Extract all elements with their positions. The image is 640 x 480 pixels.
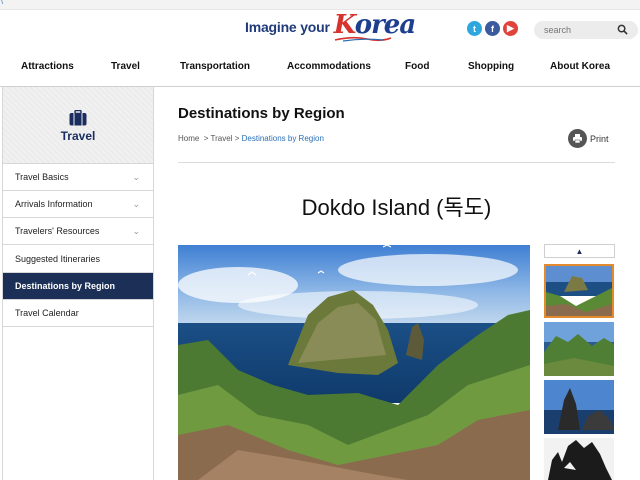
dokdo-island-photo (178, 245, 530, 480)
sidebar-item-destinations-by-region[interactable]: Destinations by Region (3, 273, 153, 300)
main-photo[interactable] (178, 245, 530, 480)
social-links: t f ▶ (467, 21, 518, 36)
search-input[interactable] (544, 22, 614, 38)
gallery-scroll-up-button[interactable]: ▲ (544, 244, 615, 258)
page-title: Destinations by Region (178, 105, 345, 122)
sidebar-item-travelers-resources[interactable]: Travelers' Resources ⌄ (3, 218, 153, 245)
search-icon[interactable] (617, 24, 628, 35)
chevron-down-icon: ⌄ (132, 172, 140, 182)
nav-travel[interactable]: Travel (111, 55, 140, 79)
browser-corner-mark: \ (1, 0, 3, 6)
nav-transportation[interactable]: Transportation (180, 55, 250, 79)
youtube-icon[interactable]: ▶ (503, 21, 518, 36)
breadcrumb-home[interactable]: Home (178, 134, 199, 143)
nav-about-korea[interactable]: About Korea (550, 55, 610, 79)
sidebar: Travel Travel Basics ⌄ Arrivals Informat… (2, 87, 154, 480)
nav-food[interactable]: Food (405, 55, 429, 79)
thumbnail-image (544, 380, 614, 434)
nav-accommodations[interactable]: Accommodations (287, 55, 371, 79)
print-label: Print (590, 133, 609, 144)
gallery-thumbnail[interactable] (544, 438, 614, 480)
thumbnail-image (544, 438, 614, 480)
sidebar-item-label: Travel Calendar (15, 308, 79, 318)
gallery-thumbnail[interactable] (544, 322, 614, 376)
sidebar-item-label: Destinations by Region (15, 281, 116, 291)
breadcrumb-travel[interactable]: Travel (211, 134, 233, 143)
sidebar-item-label: Arrivals Information (15, 199, 93, 209)
main-nav: Attractions Travel Transportation Accomm… (0, 55, 640, 79)
gallery-thumbnail[interactable] (544, 264, 614, 318)
sidebar-title: Travel (60, 129, 96, 143)
breadcrumb-current[interactable]: Destinations by Region (242, 134, 324, 143)
sidebar-item-travel-calendar[interactable]: Travel Calendar (3, 300, 153, 327)
sidebar-item-label: Travelers' Resources (15, 226, 100, 236)
suitcase-icon (69, 110, 87, 126)
twitter-icon[interactable]: t (467, 21, 482, 36)
browser-top-strip: \ (0, 0, 640, 10)
sidebar-item-arrivals-information[interactable]: Arrivals Information ⌄ (3, 191, 153, 218)
sidebar-header: Travel (3, 87, 153, 164)
breadcrumb-separator: > (203, 134, 209, 143)
content-divider (178, 162, 615, 163)
sidebar-item-suggested-itineraries[interactable]: Suggested Itineraries (3, 246, 153, 273)
printer-icon (568, 129, 587, 148)
breadcrumb: Home > Travel > Destinations by Region (178, 134, 324, 143)
sidebar-item-label: Travel Basics (15, 172, 69, 182)
chevron-down-icon: ⌄ (132, 199, 140, 209)
facebook-icon[interactable]: f (485, 21, 500, 36)
breadcrumb-separator: > (234, 134, 240, 143)
sidebar-item-travel-basics[interactable]: Travel Basics ⌄ (3, 164, 153, 191)
nav-attractions[interactable]: Attractions (21, 55, 74, 79)
search-box (534, 21, 638, 39)
chevron-down-icon: ⌄ (132, 226, 140, 236)
logo-imagine-text: Imagine your (245, 19, 330, 35)
destination-headline: Dokdo Island (독도) (301, 195, 492, 220)
print-button[interactable]: Print (568, 129, 609, 148)
sidebar-item-label: Suggested Itineraries (15, 254, 101, 264)
gallery-thumbnail[interactable] (544, 380, 614, 434)
nav-shopping[interactable]: Shopping (468, 55, 514, 79)
site-logo[interactable]: Imagine your Korea (245, 10, 416, 42)
thumbnail-image (544, 322, 614, 376)
logo-swoosh-icon (334, 36, 392, 42)
thumbnail-image (546, 266, 612, 316)
